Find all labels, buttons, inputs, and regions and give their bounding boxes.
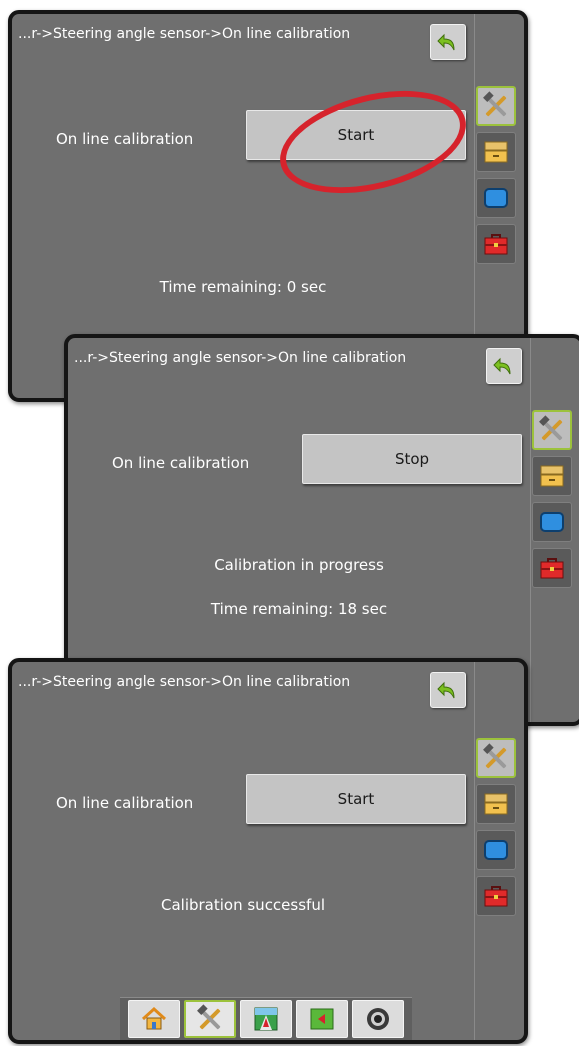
breadcrumb: ...r->Steering angle sensor->On line cal… bbox=[18, 674, 351, 690]
drawer-icon bbox=[484, 793, 508, 815]
side-drawer-button[interactable] bbox=[476, 784, 516, 824]
side-tools-button[interactable] bbox=[532, 410, 572, 450]
bottom-nav-bar bbox=[120, 997, 412, 1040]
nav-field-view-button[interactable] bbox=[240, 1000, 292, 1038]
side-toolbox-button[interactable] bbox=[476, 224, 516, 264]
side-display-button[interactable] bbox=[476, 178, 516, 218]
back-arrow-icon bbox=[493, 357, 511, 375]
side-tools-button[interactable] bbox=[476, 86, 516, 126]
start-button[interactable]: Start bbox=[246, 110, 466, 160]
side-display-button[interactable] bbox=[532, 502, 572, 542]
side-drawer-button[interactable] bbox=[532, 456, 572, 496]
nav-camera-button[interactable] bbox=[352, 1000, 404, 1038]
back-button[interactable] bbox=[486, 348, 522, 384]
side-toolbox-button[interactable] bbox=[476, 876, 516, 916]
setting-label: On line calibration bbox=[56, 130, 194, 148]
tools-icon bbox=[483, 91, 507, 117]
main-panel: ...r->Steering angle sensor->On line cal… bbox=[12, 662, 475, 1040]
setting-label: On line calibration bbox=[56, 794, 194, 812]
home-icon bbox=[141, 1006, 167, 1030]
nav-home-button[interactable] bbox=[128, 1000, 180, 1038]
breadcrumb: ...r->Steering angle sensor->On line cal… bbox=[18, 26, 351, 42]
nav-guidance-button[interactable] bbox=[296, 1000, 348, 1038]
breadcrumb: ...r->Steering angle sensor->On line cal… bbox=[74, 350, 407, 366]
display-icon bbox=[484, 840, 508, 860]
start-button[interactable]: Start bbox=[246, 774, 466, 824]
tools-icon bbox=[197, 1004, 221, 1030]
camera-icon bbox=[367, 1008, 389, 1030]
calibration-screen-success: ...r->Steering angle sensor->On line cal… bbox=[8, 658, 528, 1044]
tools-icon bbox=[483, 743, 507, 769]
toolbox-icon bbox=[484, 886, 508, 907]
calibration-status-text: Calibration successful bbox=[160, 896, 325, 914]
calibration-status-text: Calibration in progress bbox=[214, 556, 384, 574]
toolbox-icon bbox=[484, 234, 508, 255]
back-arrow-icon bbox=[437, 33, 455, 51]
stop-button[interactable]: Stop bbox=[302, 434, 522, 484]
nav-tools-button[interactable] bbox=[184, 1000, 236, 1038]
side-display-button[interactable] bbox=[476, 830, 516, 870]
toolbox-icon bbox=[540, 558, 564, 579]
setting-label: On line calibration bbox=[112, 454, 250, 472]
time-remaining-text: Time remaining: 18 sec bbox=[210, 600, 388, 618]
back-button[interactable] bbox=[430, 24, 466, 60]
time-remaining-text: Time remaining: 0 sec bbox=[159, 278, 327, 296]
side-tools-button[interactable] bbox=[476, 738, 516, 778]
tools-icon bbox=[539, 415, 563, 441]
side-toolbox-button[interactable] bbox=[532, 548, 572, 588]
drawer-icon bbox=[484, 141, 508, 163]
side-drawer-button[interactable] bbox=[476, 132, 516, 172]
field-view-icon bbox=[254, 1007, 278, 1031]
back-button[interactable] bbox=[430, 672, 466, 708]
display-icon bbox=[484, 188, 508, 208]
display-icon bbox=[540, 512, 564, 532]
back-arrow-icon bbox=[437, 681, 455, 699]
drawer-icon bbox=[540, 465, 564, 487]
guidance-icon bbox=[310, 1008, 334, 1030]
